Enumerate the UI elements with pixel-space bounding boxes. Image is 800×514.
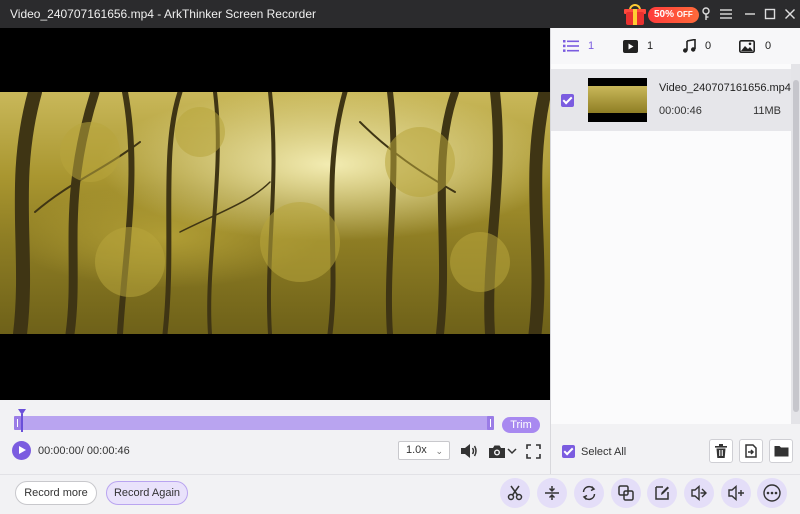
more-tools-button[interactable] [757, 478, 787, 508]
volume-tool-button[interactable] [721, 478, 751, 508]
close-icon[interactable] [780, 4, 800, 24]
open-folder-button[interactable] [769, 439, 793, 463]
app-title: ArkThinker Screen Recorder [163, 7, 316, 21]
tab-audio-count: 0 [705, 40, 712, 52]
minimize-icon[interactable] [740, 4, 760, 24]
tab-audio[interactable]: 0 [682, 38, 711, 54]
menu-icon[interactable] [716, 4, 736, 24]
filter-tabs: 1 1 0 0 [551, 28, 800, 64]
promo-banner[interactable]: 50% OFF [624, 4, 699, 26]
camera-icon[interactable] [487, 442, 507, 460]
timecode: 00:00:00/ 00:00:46 [38, 445, 130, 457]
chevron-down-icon[interactable] [506, 445, 518, 457]
scissors-icon [507, 485, 523, 501]
tab-image[interactable]: 0 [739, 38, 771, 54]
audio-icon [683, 39, 696, 53]
import-button[interactable] [739, 439, 763, 463]
maximize-icon[interactable] [760, 4, 780, 24]
video-thumbnail [588, 78, 647, 122]
record-again-button[interactable]: Record Again [106, 481, 188, 505]
discount-badge: 50% OFF [648, 7, 699, 23]
title-separator: - [153, 7, 164, 21]
trim-button[interactable]: Trim [502, 417, 540, 433]
bottom-toolbar: Record more Record Again [0, 474, 800, 514]
tab-video-count: 1 [647, 40, 654, 52]
gift-icon [624, 4, 646, 26]
compress-icon [545, 486, 559, 500]
speed-select[interactable]: 1.0x ⌄ [398, 441, 450, 460]
file-duration: 00:00:46 [659, 105, 702, 117]
file-size: 11MB [753, 105, 781, 117]
discount-value: 50% [654, 9, 675, 20]
select-all-label: Select All [581, 445, 627, 458]
tab-video[interactable]: 1 [623, 38, 653, 54]
list-icon [563, 40, 579, 52]
merge-icon [618, 485, 634, 501]
volume-icon[interactable] [459, 442, 479, 460]
file-name: Video_240707161656.mp4 [659, 82, 791, 94]
tab-all-count: 1 [588, 40, 595, 52]
image-icon [739, 39, 755, 53]
tab-all[interactable]: 1 [563, 38, 594, 54]
video-preview[interactable] [0, 28, 550, 400]
select-all[interactable]: Select All [562, 445, 626, 458]
list-item[interactable]: Video_240707161656.mp4 00:00:46 11MB [551, 69, 791, 131]
trim-end-handle[interactable] [487, 416, 494, 430]
item-checkbox[interactable] [561, 94, 574, 107]
fullscreen-icon[interactable] [524, 442, 542, 460]
import-file-icon [745, 444, 757, 458]
audio-boost-tool-button[interactable] [684, 478, 714, 508]
key-icon[interactable] [696, 4, 716, 24]
chevron-down-icon: ⌄ [435, 446, 443, 456]
merge-tool-button[interactable] [611, 478, 641, 508]
discount-suffix: OFF [676, 10, 693, 19]
file-title: Video_240707161656.mp4 [10, 7, 154, 21]
list-scrollbar[interactable] [791, 64, 800, 424]
title-bar: Video_240707161656.mp4 - ArkThinker Scre… [0, 0, 800, 28]
convert-icon [582, 485, 596, 501]
playhead-line [21, 414, 23, 432]
select-all-checkbox[interactable] [562, 445, 575, 458]
recordings-panel: 1 1 0 0 Video_240707161656.mp4 00:00:46 … [550, 28, 800, 474]
audio-boost-icon [690, 485, 707, 501]
play-icon[interactable] [12, 441, 31, 460]
edit-tool-button[interactable] [647, 478, 677, 508]
tab-image-count: 0 [765, 40, 772, 52]
delete-button[interactable] [709, 439, 733, 463]
trash-icon [715, 444, 727, 458]
folder-icon [774, 446, 788, 457]
trim-tool-button[interactable] [500, 478, 530, 508]
video-icon [623, 39, 638, 53]
timeline-panel: Trim 00:00:00/ 00:00:46 [0, 400, 550, 474]
more-icon [763, 484, 781, 502]
video-frame [0, 92, 550, 334]
volume-plus-icon [727, 485, 744, 501]
edit-icon [655, 486, 669, 500]
trim-start-handle[interactable] [14, 416, 21, 430]
window-title: Video_240707161656.mp4 - ArkThinker Scre… [10, 7, 316, 21]
record-more-button[interactable]: Record more [15, 481, 97, 505]
convert-tool-button[interactable] [574, 478, 604, 508]
recordings-list: Video_240707161656.mp4 00:00:46 11MB [551, 64, 791, 424]
speed-value: 1.0x [406, 444, 427, 456]
compress-tool-button[interactable] [537, 478, 567, 508]
timeline-track[interactable] [14, 416, 494, 430]
